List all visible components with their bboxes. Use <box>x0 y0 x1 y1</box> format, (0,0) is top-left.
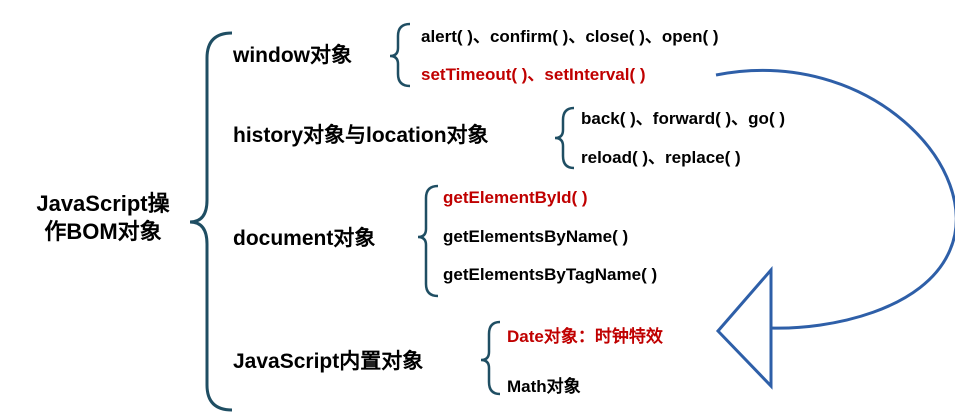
relation-arrow-head <box>715 265 773 390</box>
root-label-line1: JavaScript操 <box>36 191 170 216</box>
window-brace <box>389 22 411 88</box>
root-brace <box>189 31 233 412</box>
root-label-line2: 作BOM对象 <box>44 219 162 244</box>
document-method-bytagname: getElementsByTagName( ) <box>443 265 658 284</box>
window-object-label: window对象 <box>233 44 352 67</box>
history-methods: back( )、forward( )、go( ) <box>581 109 785 128</box>
location-methods: reload( )、replace( ) <box>581 148 741 167</box>
document-object-label: document对象 <box>233 227 376 250</box>
builtin-math-object: Math对象 <box>507 377 581 396</box>
root-label: JavaScript操 作BOM对象 <box>14 190 192 246</box>
builtin-date-object: Date对象：时钟特效 <box>507 327 663 346</box>
builtin-object-label: JavaScript内置对象 <box>233 350 424 373</box>
history-location-brace <box>554 106 575 170</box>
document-brace <box>417 184 439 298</box>
window-methods-2: setTimeout( )、setInterval( ) <box>421 65 646 84</box>
document-method-byname: getElementsByName( ) <box>443 227 629 246</box>
document-method-byid: getElementById( ) <box>443 188 588 207</box>
history-location-object-label: history对象与location对象 <box>233 124 489 147</box>
window-methods-1: alert( )、confirm( )、close( )、open( ) <box>421 27 719 46</box>
builtin-brace <box>480 320 501 396</box>
